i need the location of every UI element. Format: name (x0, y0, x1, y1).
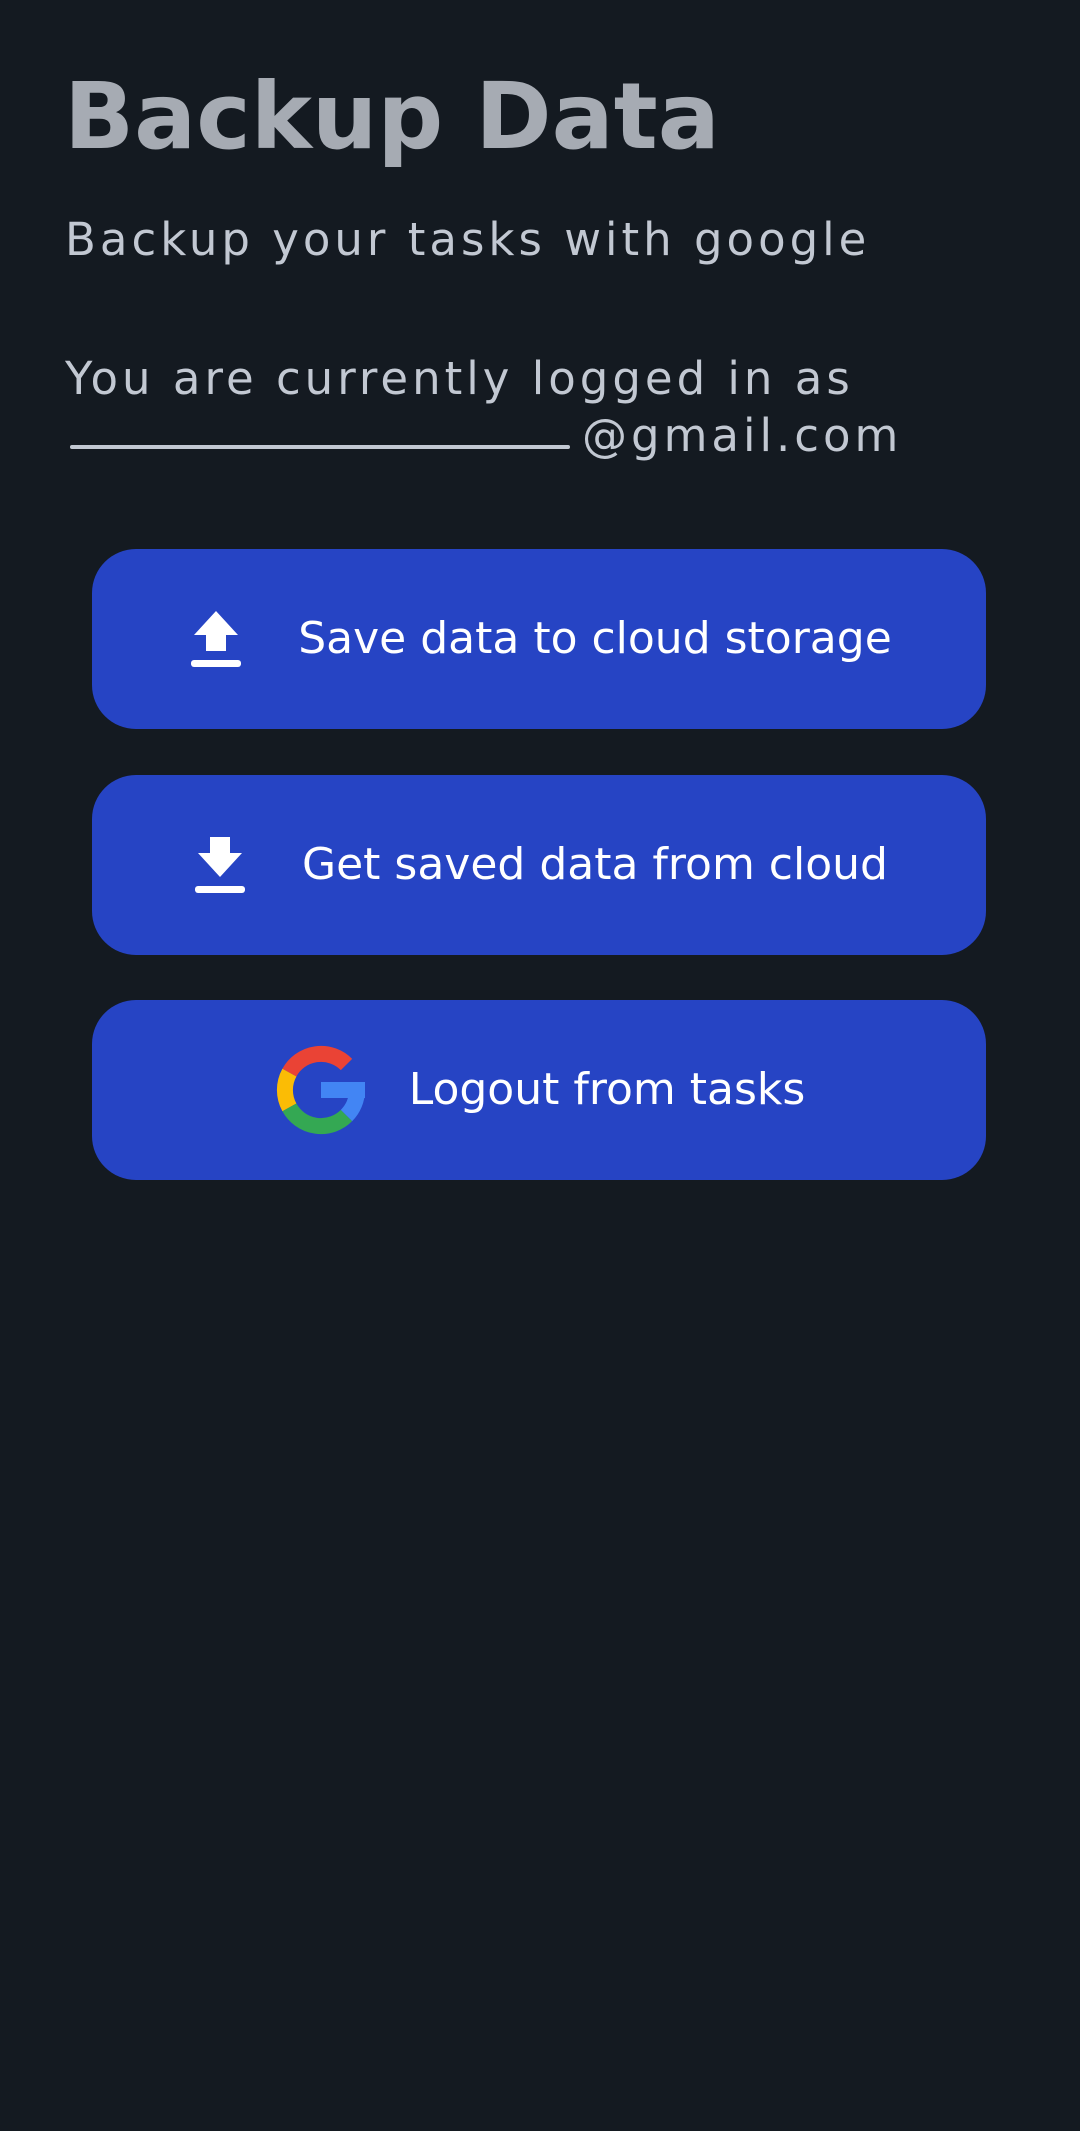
google-logo-icon (273, 1042, 369, 1138)
save-to-cloud-label: Save data to cloud storage (298, 613, 892, 664)
login-status-text: You are currently logged in as (65, 352, 854, 405)
get-from-cloud-button[interactable]: Get saved data from cloud (92, 775, 986, 955)
email-domain: @gmail.com (582, 409, 903, 462)
logout-label: Logout from tasks (408, 1064, 806, 1115)
page-title: Backup Data (64, 63, 720, 170)
logout-button[interactable]: Logout from tasks (92, 1000, 986, 1180)
save-to-cloud-button[interactable]: Save data to cloud storage (92, 549, 986, 729)
email-redacted-line (70, 445, 570, 449)
upload-icon (186, 604, 246, 674)
get-from-cloud-label: Get saved data from cloud (302, 839, 888, 890)
page-subtitle: Backup your tasks with google (65, 213, 871, 266)
download-icon (190, 830, 250, 900)
account-email: @gmail.com (70, 408, 902, 464)
